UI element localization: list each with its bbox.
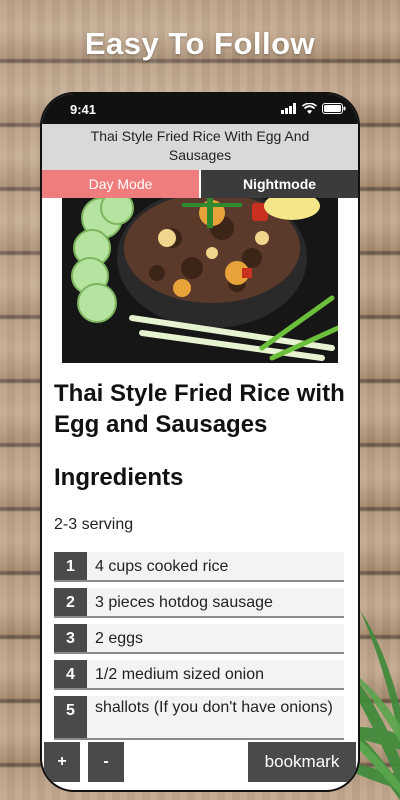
battery-icon: [322, 103, 346, 114]
recipe-title: Thai Style Fried Rice with Egg and Sausa…: [54, 380, 345, 438]
title-line-2: Sausages: [168, 147, 232, 163]
ingredient-number: 4: [54, 660, 87, 688]
serving-size: 2-3 serving: [54, 516, 134, 533]
bookmark-button[interactable]: bookmark: [248, 742, 356, 782]
title-line-1: Thai Style Fried Rice With Egg And: [90, 128, 310, 144]
day-mode-button[interactable]: Day Mode: [42, 170, 199, 198]
food-photo: [62, 198, 338, 363]
ingredient-row: 1 4 cups cooked rice: [54, 552, 344, 582]
zoom-out-button[interactable]: -: [88, 742, 124, 782]
bottom-controls: + - bookmark: [42, 740, 358, 782]
status-bar: 9:41: [42, 94, 358, 124]
zoom-in-button[interactable]: +: [44, 742, 80, 782]
ingredient-row: 4 1/2 medium sized onion: [54, 660, 344, 690]
promo-headline: Easy To Follow: [84, 26, 316, 61]
signal-icon: [281, 103, 296, 114]
ingredient-row: 5 shallots (If you don't have onions): [54, 696, 344, 740]
ingredient-number: 3: [54, 624, 87, 652]
status-icons: [281, 103, 346, 114]
ingredient-row: 2 3 pieces hotdog sausage: [54, 588, 344, 618]
wifi-icon: [302, 103, 317, 114]
ingredients-list: 1 4 cups cooked rice 2 3 pieces hotdog s…: [54, 552, 346, 740]
status-time: 9:41: [70, 102, 97, 117]
ingredient-text: shallots (If you don't have onions): [95, 699, 333, 716]
ingredients-heading: Ingredients: [54, 464, 184, 491]
night-mode-button[interactable]: Nightmode: [201, 170, 358, 198]
ingredient-row: 3 2 eggs: [54, 624, 344, 654]
phone-notch: [112, 94, 290, 120]
ingredient-number: 5: [54, 696, 87, 738]
ingredient-text: 2 eggs: [95, 630, 144, 647]
ingredient-text: 1/2 medium sized onion: [95, 666, 264, 683]
mode-toggle: Day Mode Nightmode: [42, 170, 358, 198]
app-screen: 9:41 Thai Style Fried Rice With Egg And …: [42, 94, 358, 790]
ingredient-text: 3 pieces hotdog sausage: [95, 594, 273, 611]
ingredient-number: 1: [54, 552, 87, 580]
ingredient-number: 2: [54, 588, 87, 616]
ingredient-text: 4 cups cooked rice: [95, 558, 229, 575]
phone-frame: 9:41 Thai Style Fried Rice With Egg And …: [40, 92, 360, 792]
recipe-content: Thai Style Fried Rice with Egg and Sausa…: [54, 378, 346, 746]
recipe-title-bar: Thai Style Fried Rice With Egg And Sausa…: [42, 124, 358, 170]
